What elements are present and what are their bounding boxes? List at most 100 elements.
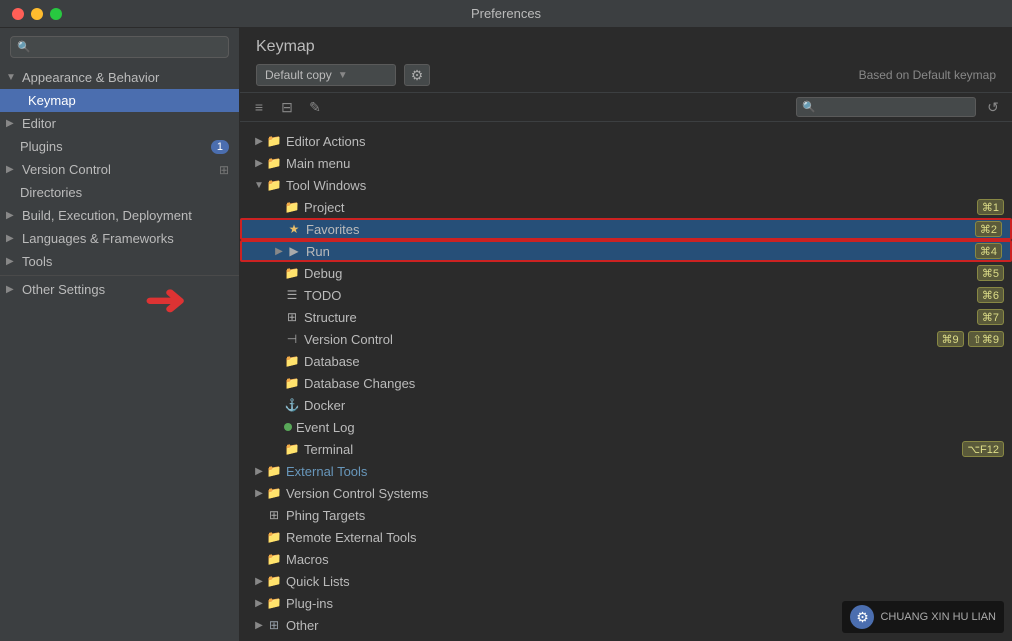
kbd-vc-2: ⇧⌘9 xyxy=(968,331,1004,347)
kbd-project: ⌘1 xyxy=(977,199,1004,215)
tree-node-database-changes[interactable]: 📁 Database Changes xyxy=(240,372,1012,394)
tree-node-terminal[interactable]: 📁 Terminal ⌥F12 xyxy=(240,438,1012,460)
tree-node-macros[interactable]: 📁 Macros xyxy=(240,548,1012,570)
tree-search-input[interactable] xyxy=(796,97,976,117)
gear-button[interactable]: ⚙ xyxy=(404,64,430,86)
folder-icon-main-menu: 📁 xyxy=(266,156,282,170)
sidebar-item-vc-label: Version Control xyxy=(22,162,111,177)
node-label-project: Project xyxy=(304,200,977,215)
shortcut-project: ⌘1 xyxy=(977,199,1004,215)
tree-node-run[interactable]: ▶ ▶ Run ⌘4 xyxy=(240,240,1012,262)
tree-node-database[interactable]: 📁 Database xyxy=(240,350,1012,372)
sidebar-item-tools[interactable]: ▶ Tools xyxy=(0,250,239,273)
kbd-debug: ⌘5 xyxy=(977,265,1004,281)
node-label-favorites: Favorites xyxy=(306,222,975,237)
kbd-structure: ⌘7 xyxy=(977,309,1004,325)
folder-icon-quick-lists: 📁 xyxy=(266,574,282,588)
sidebar-item-directories[interactable]: Directories xyxy=(0,181,239,204)
tree-node-tool-windows[interactable]: ▼ 📁 Tool Windows xyxy=(240,174,1012,196)
star-icon-favorites: ★ xyxy=(286,222,302,236)
node-label-todo: TODO xyxy=(304,288,977,303)
tree-node-todo[interactable]: ☰ TODO ⌘6 xyxy=(240,284,1012,306)
sidebar-item-editor[interactable]: ▶ Editor xyxy=(0,112,239,135)
arrow-plug-ins: ▶ xyxy=(252,598,266,609)
sidebar-item-version-control[interactable]: ▶ Version Control ⊞ xyxy=(0,158,239,181)
expand-arrow-tools: ▶ xyxy=(6,256,18,267)
tree-node-debug[interactable]: 📁 Debug ⌘5 xyxy=(240,262,1012,284)
tree-node-editor-actions[interactable]: ▶ 📁 Editor Actions xyxy=(240,130,1012,152)
tree-search-wrap: 🔍 xyxy=(796,97,976,117)
tree-node-project[interactable]: 📁 Project ⌘1 xyxy=(240,196,1012,218)
folder-icon-editor-actions: 📁 xyxy=(266,134,282,148)
folder-icon-plug-ins: 📁 xyxy=(266,596,282,610)
expand-arrow-vc: ▶ xyxy=(6,164,18,175)
plugins-badge: 1 xyxy=(211,140,229,154)
window-controls[interactable] xyxy=(12,8,62,20)
tree-node-remote-ext[interactable]: 📁 Remote External Tools xyxy=(240,526,1012,548)
tree-node-version-control[interactable]: ⊣ Version Control ⌘9 ⇧⌘9 xyxy=(240,328,1012,350)
node-label-vcs: Version Control Systems xyxy=(286,486,1004,501)
expand-arrow-editor: ▶ xyxy=(6,118,18,129)
tree-node-main-menu[interactable]: ▶ 📁 Main menu xyxy=(240,152,1012,174)
arrow-main-menu: ▶ xyxy=(252,158,266,169)
folder-icon-debug: 📁 xyxy=(284,266,300,280)
shortcut-terminal: ⌥F12 xyxy=(962,441,1004,457)
collapse-all-button[interactable]: ⊟ xyxy=(276,97,298,117)
edit-button[interactable]: ✎ xyxy=(304,97,326,117)
sidebar-item-directories-label: Directories xyxy=(20,185,82,200)
keymap-toolbar: Default copy ▼ ⚙ Based on Default keymap xyxy=(256,64,996,86)
tree-node-event-log[interactable]: Event Log xyxy=(240,416,1012,438)
tree-node-docker[interactable]: ⚓ Docker xyxy=(240,394,1012,416)
arrow-quick-lists: ▶ xyxy=(252,576,266,587)
tree-node-vcs[interactable]: ▶ 📁 Version Control Systems xyxy=(240,482,1012,504)
folder-icon-tool-windows: 📁 xyxy=(266,178,282,192)
sidebar-item-plugins[interactable]: Plugins 1 xyxy=(0,135,239,158)
node-label-structure: Structure xyxy=(304,310,977,325)
sidebar-item-appearance[interactable]: ▼ Appearance & Behavior xyxy=(0,66,239,89)
vc-icon: ⊞ xyxy=(219,163,229,177)
content-header: Keymap Default copy ▼ ⚙ Based on Default… xyxy=(240,28,1012,93)
node-label-database: Database xyxy=(304,354,1004,369)
sidebar-item-keymap[interactable]: Keymap xyxy=(0,89,239,112)
shortcut-structure: ⌘7 xyxy=(977,309,1004,325)
expand-all-button[interactable]: ≡ xyxy=(248,97,270,117)
tree-search-icon: 🔍 xyxy=(802,101,816,114)
node-label-tool-windows: Tool Windows xyxy=(286,178,1004,193)
sidebar-item-languages-label: Languages & Frameworks xyxy=(22,231,174,246)
arrow-vcs: ▶ xyxy=(252,488,266,499)
tree-node-quick-lists[interactable]: ▶ 📁 Quick Lists xyxy=(240,570,1012,592)
sidebar-item-build[interactable]: ▶ Build, Execution, Deployment xyxy=(0,204,239,227)
arrow-external-tools: ▶ xyxy=(252,466,266,477)
tree-node-favorites[interactable]: ★ Favorites ⌘2 xyxy=(240,218,1012,240)
folder-icon-terminal: 📁 xyxy=(284,442,300,456)
maximize-button[interactable] xyxy=(50,8,62,20)
expand-arrow-appearance: ▼ xyxy=(6,72,18,83)
kbd-run: ⌘4 xyxy=(975,243,1002,259)
tree-node-structure[interactable]: ⊞ Structure ⌘7 xyxy=(240,306,1012,328)
tree-node-external-tools[interactable]: ▶ 📁 External Tools xyxy=(240,460,1012,482)
folder-icon-other: ⊞ xyxy=(266,618,282,632)
restore-button[interactable]: ↺ xyxy=(982,97,1004,117)
titlebar: Preferences xyxy=(0,0,1012,28)
watermark: ⚙ CHUANG XIN HU LIAN xyxy=(842,601,1004,633)
node-label-quick-lists: Quick Lists xyxy=(286,574,1004,589)
vc-icon-tree: ⊣ xyxy=(284,332,300,346)
sidebar-search-area: 🔍 xyxy=(0,28,239,66)
node-label-docker: Docker xyxy=(304,398,1004,413)
keymap-dropdown[interactable]: Default copy ▼ xyxy=(256,64,396,86)
keymap-dropdown-value: Default copy xyxy=(265,68,332,82)
sidebar-divider xyxy=(0,275,239,276)
list-icon-todo: ☰ xyxy=(284,288,300,302)
expand-arrow-build: ▶ xyxy=(6,210,18,221)
sidebar-item-languages[interactable]: ▶ Languages & Frameworks xyxy=(0,227,239,250)
folder-icon-macros: 📁 xyxy=(266,552,282,566)
node-label-event-log: Event Log xyxy=(296,420,1004,435)
tree-node-phing[interactable]: ⊞ Phing Targets xyxy=(240,504,1012,526)
close-button[interactable] xyxy=(12,8,24,20)
minimize-button[interactable] xyxy=(31,8,43,20)
sidebar-search-input[interactable] xyxy=(10,36,229,58)
sidebar-item-appearance-label: Appearance & Behavior xyxy=(22,70,159,85)
folder-icon-ext-tools: 📁 xyxy=(266,464,282,478)
sidebar-item-other-settings[interactable]: ▶ Other Settings xyxy=(0,278,239,301)
expand-arrow-lang: ▶ xyxy=(6,233,18,244)
